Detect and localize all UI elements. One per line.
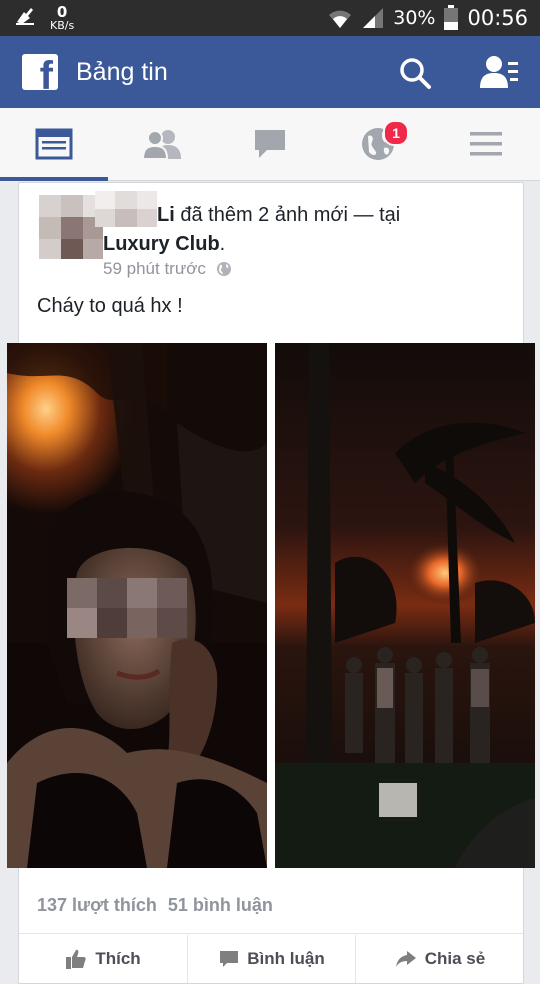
signal-icon — [363, 8, 384, 28]
facebook-logo[interactable]: f — [22, 54, 58, 90]
avatar[interactable] — [39, 195, 103, 259]
tab-friend-requests[interactable] — [108, 108, 216, 180]
post-meta: 59 phút trước — [103, 259, 232, 279]
network-speed-value: 0 — [56, 3, 68, 21]
friends-icon — [141, 130, 181, 160]
news-feed-icon — [35, 128, 73, 160]
status-bar-left: 0 KB/s — [14, 4, 74, 31]
like-label: Thích — [95, 949, 141, 968]
place-link[interactable]: Luxury Club — [103, 233, 220, 255]
network-speed-unit: KB/s — [50, 19, 75, 32]
comment-icon — [220, 951, 239, 967]
share-label: Chia sẻ — [424, 949, 486, 968]
chat-bubble-icon — [255, 130, 285, 158]
fire-scene-photo — [275, 343, 535, 868]
wifi-icon — [329, 10, 352, 28]
menu-icon — [470, 132, 502, 156]
post-photo-1[interactable] — [7, 343, 267, 868]
post-status-text: Cháy to quá hx ! — [37, 295, 183, 317]
post-action-text: đã thêm 2 ảnh mới — tại — [174, 204, 401, 226]
status-bar: 0 KB/s 30% 00:56 — [0, 0, 540, 36]
notification-badge: 1 — [383, 120, 409, 146]
like-button[interactable]: Thích — [19, 935, 187, 983]
app-header: f Bảng tin — [0, 36, 540, 108]
share-icon — [395, 951, 416, 967]
tab-messages[interactable] — [216, 108, 324, 180]
thumbs-up-icon — [66, 949, 86, 969]
tab-bar: 1 — [0, 108, 540, 181]
network-speed: 0 KB/s — [50, 4, 74, 31]
author-name-suffix[interactable]: Li — [157, 204, 175, 226]
clock: 00:56 — [467, 6, 528, 30]
comments-count[interactable]: 51 bình luận — [168, 895, 273, 915]
status-bar-right: 30% 00:56 — [327, 0, 528, 36]
comment-button[interactable]: Bình luận — [187, 935, 356, 983]
share-button[interactable]: Chia sẻ — [355, 935, 524, 983]
battery-icon — [444, 5, 459, 30]
divider — [19, 933, 523, 934]
battery-percent: 30% — [393, 7, 436, 29]
place-suffix: . — [219, 233, 226, 255]
page-title: Bảng tin — [76, 58, 168, 86]
usb-debug-icon — [16, 8, 34, 25]
likes-count[interactable]: 137 lượt thích — [37, 895, 157, 915]
globe-icon — [216, 262, 231, 276]
post-photo-2[interactable] — [275, 343, 535, 868]
tab-news-feed[interactable] — [0, 108, 108, 181]
tab-notifications[interactable]: 1 — [324, 108, 432, 180]
tab-more[interactable] — [432, 108, 540, 180]
post-timestamp[interactable]: 59 phút trước — [103, 259, 206, 279]
comment-label: Bình luận — [247, 949, 325, 968]
selfie-photo — [7, 343, 267, 868]
search-icon[interactable] — [398, 56, 432, 90]
post-counts: 137 lượt thích 51 bình luận — [37, 895, 279, 916]
post-card: Li đã thêm 2 ảnh mới — tại Luxury Club. … — [7, 182, 535, 984]
post-actions: Thích Bình luận Chia sẻ — [19, 935, 523, 983]
facebook-logo-letter: f — [39, 54, 53, 90]
friends-list-icon[interactable] — [478, 54, 520, 90]
post-headline: Li đã thêm 2 ảnh mới — tại Luxury Club. — [103, 201, 503, 259]
